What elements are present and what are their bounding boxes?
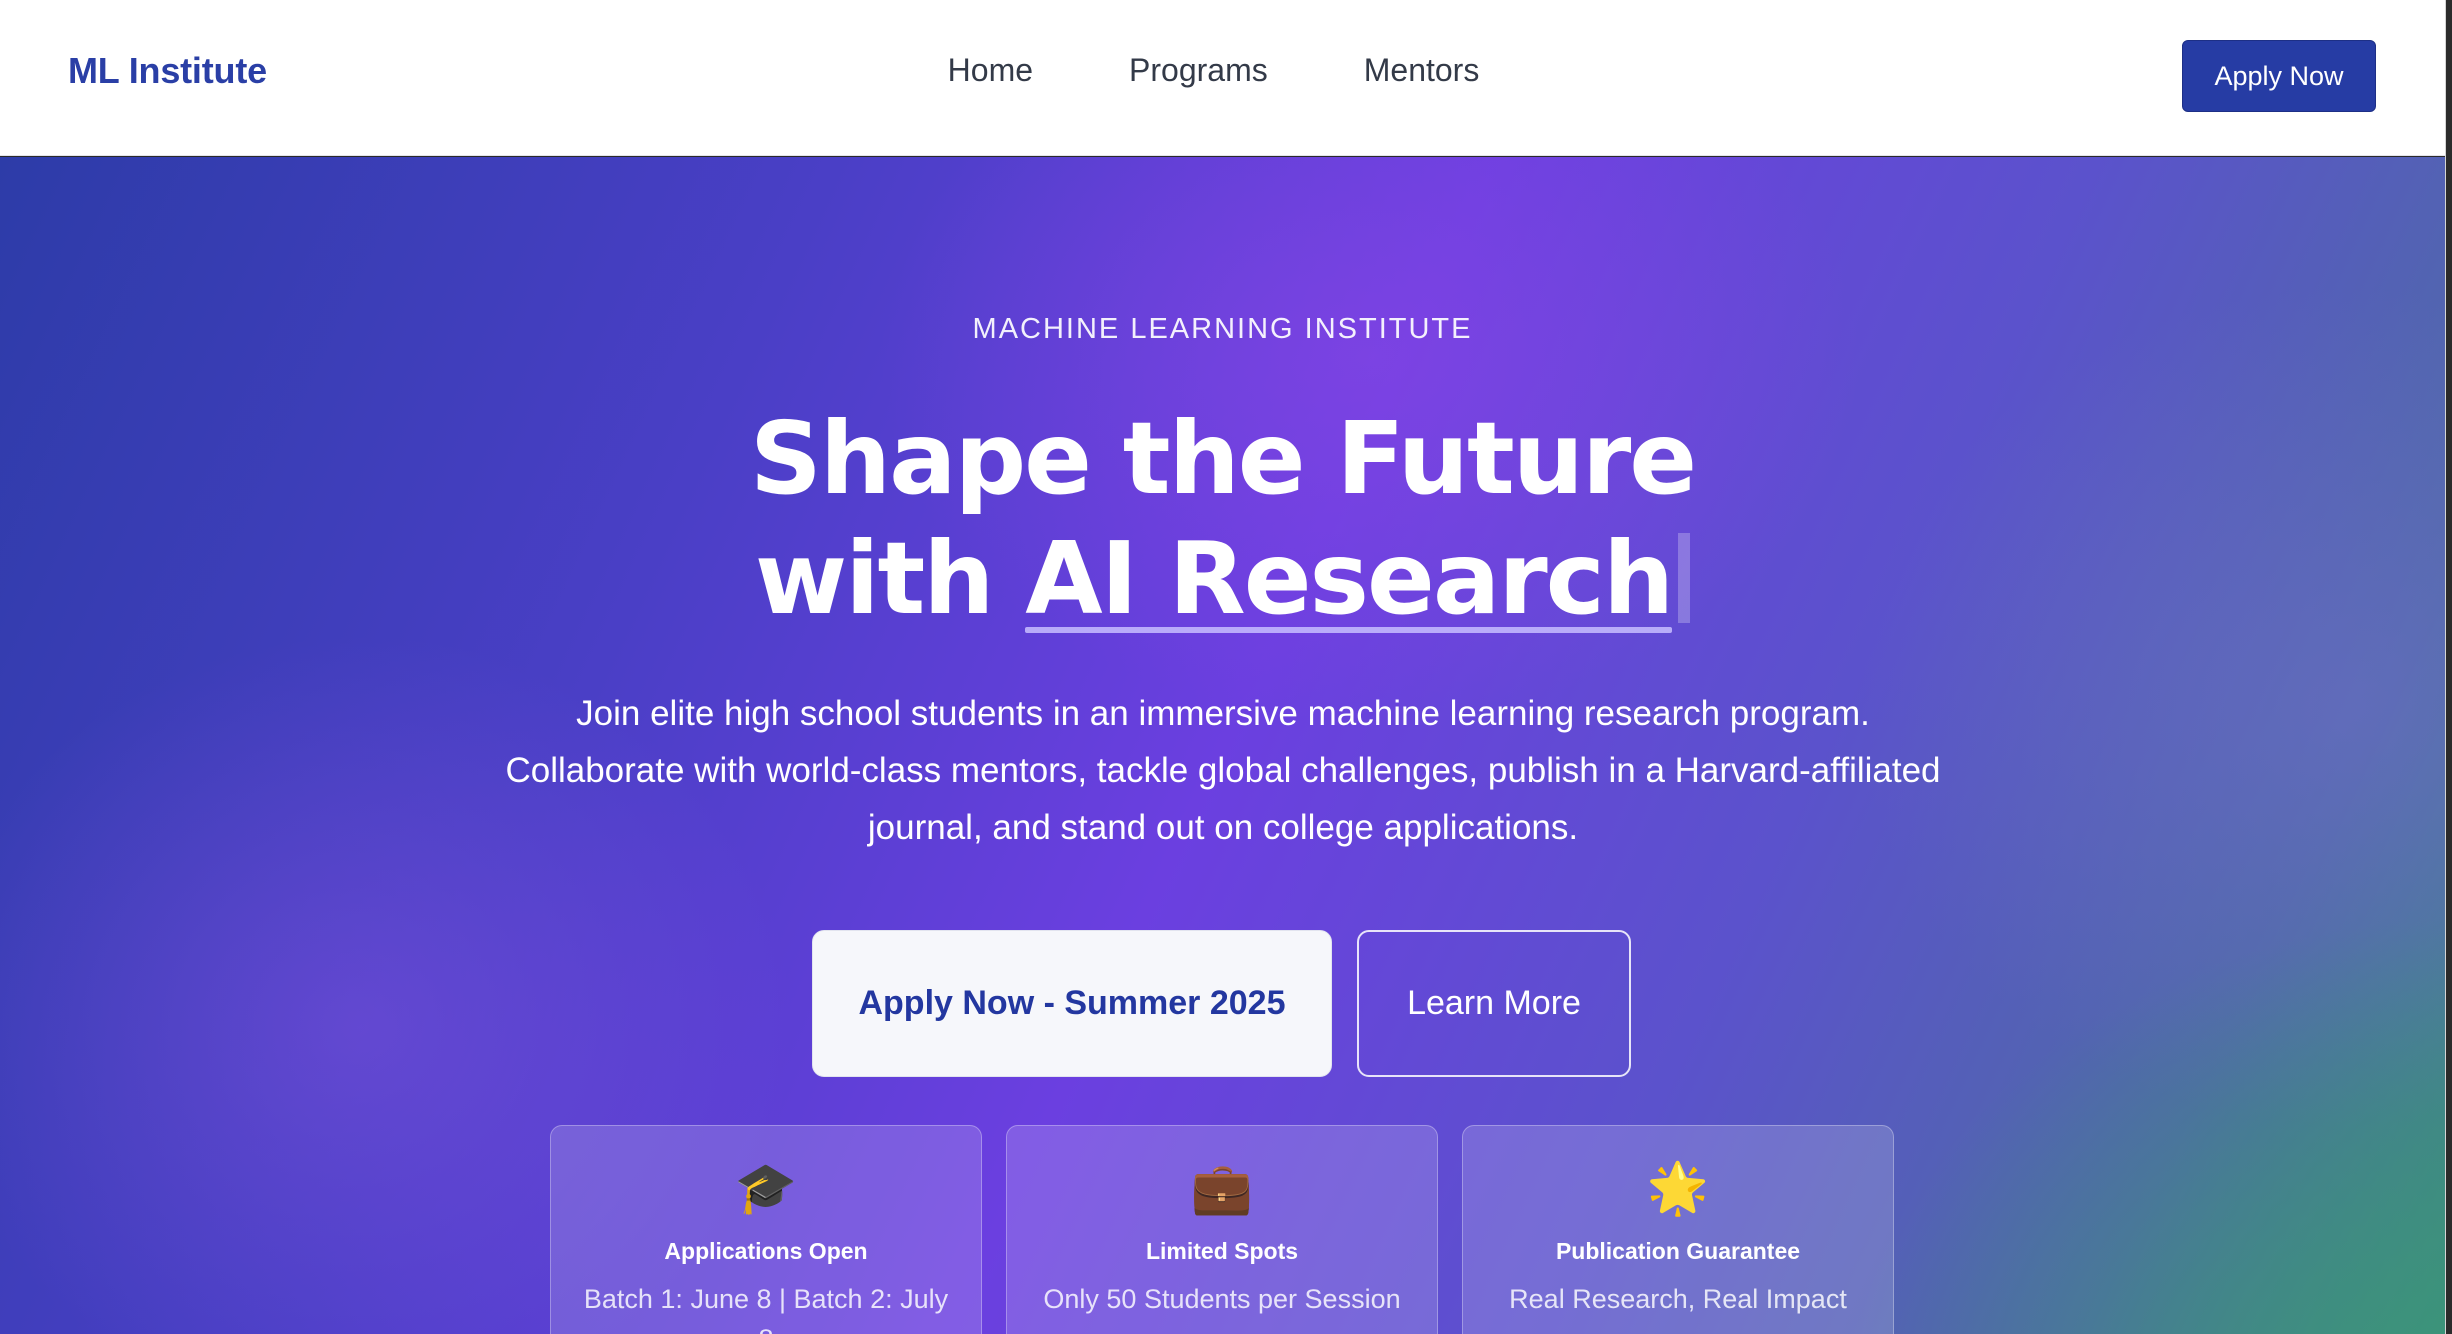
- apply-now-summer-button[interactable]: Apply Now - Summer 2025: [812, 930, 1332, 1077]
- card-title: Limited Spots: [1145, 1238, 1299, 1264]
- card-text: Real Research, Real Impact: [1509, 1284, 1847, 1314]
- nav-link-home[interactable]: Home: [948, 52, 1033, 89]
- hero-section: MACHINE LEARNING INSTITUTE Shape the Fut…: [0, 157, 2445, 1334]
- hero-eyebrow: MACHINE LEARNING INSTITUTE: [972, 313, 1473, 345]
- headline-line-2-prefix: with: [754, 520, 1026, 637]
- graduation-cap-icon: 🎓: [734, 1159, 798, 1217]
- hero-description: Join elite high school students in an im…: [505, 694, 1941, 847]
- star-icon: 🌟: [1646, 1159, 1710, 1217]
- learn-more-button[interactable]: Learn More: [1357, 930, 1631, 1077]
- headline-line-1: Shape the Future: [749, 400, 1697, 517]
- card-title: Publication Guarantee: [1555, 1238, 1801, 1264]
- headline-highlight: AI Research: [1025, 520, 1674, 637]
- card-title: Applications Open: [664, 1238, 868, 1264]
- navbar: ML Institute Home Programs Mentors Apply…: [0, 0, 2445, 156]
- nav-apply-button[interactable]: Apply Now: [2182, 40, 2376, 112]
- card-limited-spots: 💼 Limited Spots Only 50 Students per Ses…: [1006, 1125, 1438, 1334]
- window-edge: [2446, 0, 2452, 1334]
- briefcase-icon: 💼: [1190, 1159, 1254, 1217]
- hero-headline: Shape the Future with AI Research: [0, 399, 2445, 639]
- nav-links: Home Programs Mentors: [0, 52, 2445, 89]
- nav-link-mentors[interactable]: Mentors: [1364, 52, 1480, 89]
- feature-cards: 🎓 Applications Open Batch 1: June 8 | Ba…: [550, 1125, 1894, 1334]
- browser-viewport: ML Institute Home Programs Mentors Apply…: [0, 0, 2446, 1334]
- card-publication-guarantee: 🌟 Publication Guarantee Real Research, R…: [1462, 1125, 1894, 1334]
- card-text: Batch 1: June 8 | Batch 2: July 8: [583, 1284, 949, 1334]
- nav-link-programs[interactable]: Programs: [1129, 52, 1268, 89]
- card-applications-open: 🎓 Applications Open Batch 1: June 8 | Ba…: [550, 1125, 982, 1334]
- card-text: Only 50 Students per Session: [1043, 1284, 1401, 1314]
- typing-caret: [1678, 533, 1691, 623]
